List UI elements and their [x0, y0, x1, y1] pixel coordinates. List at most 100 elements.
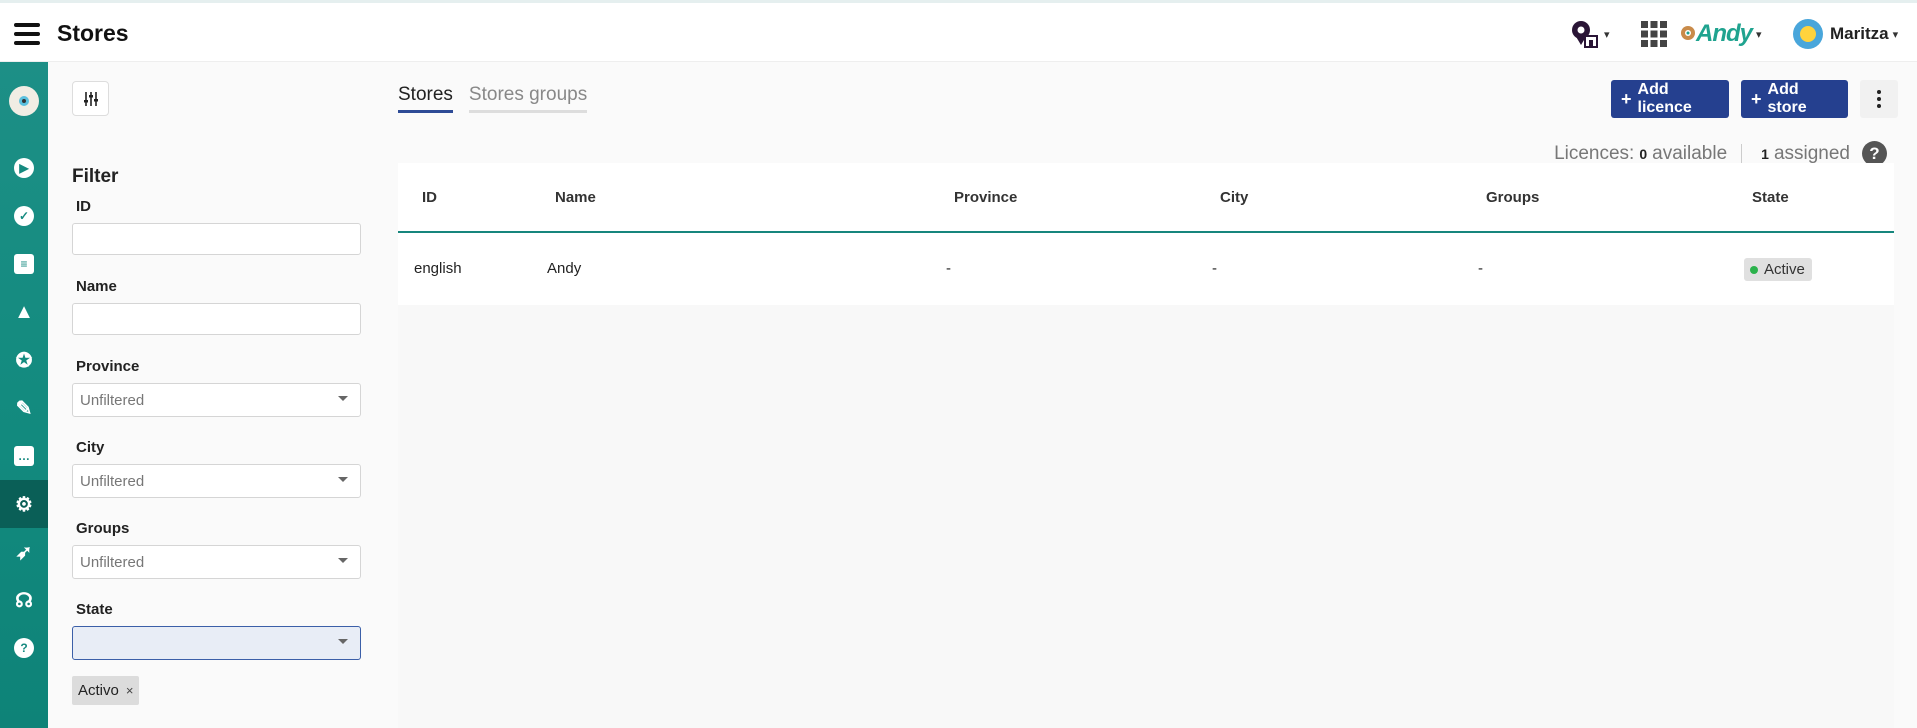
menu-icon[interactable] [14, 23, 40, 45]
kebab-dot-icon [1877, 90, 1881, 94]
state-filter-tag: Activo × [72, 676, 140, 705]
sidebar-item-messages[interactable]: … [0, 432, 48, 480]
id-label: ID [76, 198, 91, 215]
province-select[interactable]: Unfiltered [72, 383, 361, 417]
filter-title: Filter [72, 166, 119, 187]
licences-available-count: 0 [1639, 145, 1648, 162]
sidebar-item-awards[interactable]: ✪ [0, 336, 48, 384]
cell-city: - [1212, 260, 1217, 277]
avatar [1793, 19, 1823, 49]
tab-stores-groups[interactable]: Stores groups [468, 84, 588, 113]
licences-assigned-count: 1 [1761, 145, 1769, 162]
headset-icon: ☊ [15, 589, 33, 612]
groups-label: Groups [76, 520, 130, 537]
dropdown-arrow-icon [338, 396, 348, 401]
table-row[interactable]: english Andy - - - Active [398, 233, 1894, 305]
column-header-state[interactable]: State [1752, 189, 1789, 206]
cell-province: - [946, 260, 951, 277]
plus-icon: + [1751, 88, 1762, 109]
tab-stores[interactable]: Stores [398, 84, 453, 113]
apps-grid-button[interactable] [1640, 17, 1668, 51]
sidebar-item-settings[interactable]: ⚙ [0, 480, 48, 528]
sidebar-item-play[interactable]: ▶ [0, 144, 48, 192]
help-icon: ? [14, 638, 34, 658]
province-label: Province [76, 358, 140, 375]
remove-tag-icon[interactable]: × [126, 683, 134, 698]
licences-assigned-label: assigned [1773, 142, 1850, 164]
licences-label: Licences: [1554, 142, 1635, 164]
add-licence-button[interactable]: + Add licence [1611, 80, 1729, 118]
add-licence-label: Add licence [1637, 81, 1692, 116]
add-store-button[interactable]: + Add store [1741, 80, 1848, 118]
top-bar: Stores ▾ Andy ▾ Maritza ▾ [0, 0, 1917, 62]
chevron-down-icon: ▾ [1756, 28, 1762, 41]
sidebar-item-launch[interactable]: ➶ [0, 528, 48, 576]
dropdown-arrow-icon [338, 639, 348, 644]
ticket-icon: ✎ [15, 397, 33, 420]
sidebar-item-help[interactable]: ? [0, 624, 48, 672]
rocket-icon: ➶ [15, 541, 33, 564]
column-header-groups[interactable]: Groups [1486, 189, 1539, 206]
cell-groups: - [1478, 260, 1483, 277]
divider [1741, 143, 1743, 164]
city-select[interactable]: Unfiltered [72, 464, 361, 498]
chevron-down-icon: ▾ [1892, 28, 1899, 41]
clipboard-icon: ≡ [14, 254, 34, 274]
status-label: Active [1764, 261, 1805, 278]
cell-id: english [414, 260, 462, 277]
page-title: Stores [57, 20, 129, 46]
sidebar-item-checks[interactable]: ✓ [0, 192, 48, 240]
groups-select-value: Unfiltered [80, 553, 145, 571]
user-menu[interactable]: Maritza ▾ [1793, 17, 1898, 51]
warning-icon: ▲ [14, 300, 34, 323]
store-location-icon [1572, 21, 1598, 48]
plus-icon: + [1621, 88, 1632, 109]
settings-icon: ⚙ [15, 493, 33, 516]
city-select-value: Unfiltered [80, 472, 145, 490]
app-logo-icon[interactable] [9, 86, 39, 116]
dropdown-arrow-icon [338, 558, 348, 563]
apps-grid-icon [1641, 21, 1667, 47]
table-header: ID Name Province City Groups State [398, 163, 1894, 233]
check-icon: ✓ [14, 206, 34, 226]
city-label: City [76, 439, 105, 456]
store-selector[interactable]: ▾ [1570, 17, 1610, 51]
name-label: Name [76, 278, 117, 295]
brand-mascot-icon [1681, 26, 1695, 40]
column-header-name[interactable]: Name [555, 189, 596, 206]
groups-select[interactable]: Unfiltered [72, 545, 361, 579]
sidebar-item-tickets[interactable]: ✎ [0, 384, 48, 432]
name-field[interactable] [72, 303, 361, 335]
status-dot-icon [1750, 265, 1758, 274]
chevron-down-icon: ▾ [1604, 28, 1610, 41]
state-label: State [76, 601, 113, 618]
column-header-city[interactable]: City [1220, 189, 1248, 206]
brand-logo: Andy [1696, 20, 1753, 47]
add-store-label: Add store [1767, 81, 1807, 116]
state-filter-tag-label: Activo [78, 682, 119, 699]
column-header-province[interactable]: Province [954, 189, 1017, 206]
state-select[interactable] [72, 626, 361, 660]
award-icon: ✪ [15, 349, 33, 372]
kebab-dot-icon [1877, 97, 1881, 101]
cell-name: Andy [547, 260, 582, 277]
sidebar-item-tasks[interactable]: ≡ [0, 240, 48, 288]
province-select-value: Unfiltered [80, 391, 145, 409]
sidebar-item-alerts[interactable]: ▲ [0, 288, 48, 336]
tab-bar: Stores Stores groups [398, 84, 603, 113]
status-badge: Active [1744, 258, 1812, 281]
sliders-icon [83, 91, 98, 106]
stores-table: ID Name Province City Groups State engli… [398, 163, 1894, 728]
filter-toggle-button[interactable] [72, 81, 109, 116]
user-name: Maritza [1830, 24, 1889, 43]
sidebar: ▶ ✓ ≡ ▲ ✪ ✎ … ⚙ ➶ ☊ ? [0, 62, 48, 728]
brand-selector[interactable]: Andy ▾ [1680, 17, 1762, 51]
filter-panel: Filter ID Name Province Unfiltered City … [72, 166, 362, 705]
id-field[interactable] [72, 223, 361, 255]
column-header-id[interactable]: ID [422, 189, 437, 206]
chat-icon: … [14, 446, 34, 466]
dropdown-arrow-icon [338, 477, 348, 482]
more-options-button[interactable] [1860, 80, 1898, 118]
sidebar-item-support[interactable]: ☊ [0, 576, 48, 624]
play-icon: ▶ [14, 158, 34, 178]
